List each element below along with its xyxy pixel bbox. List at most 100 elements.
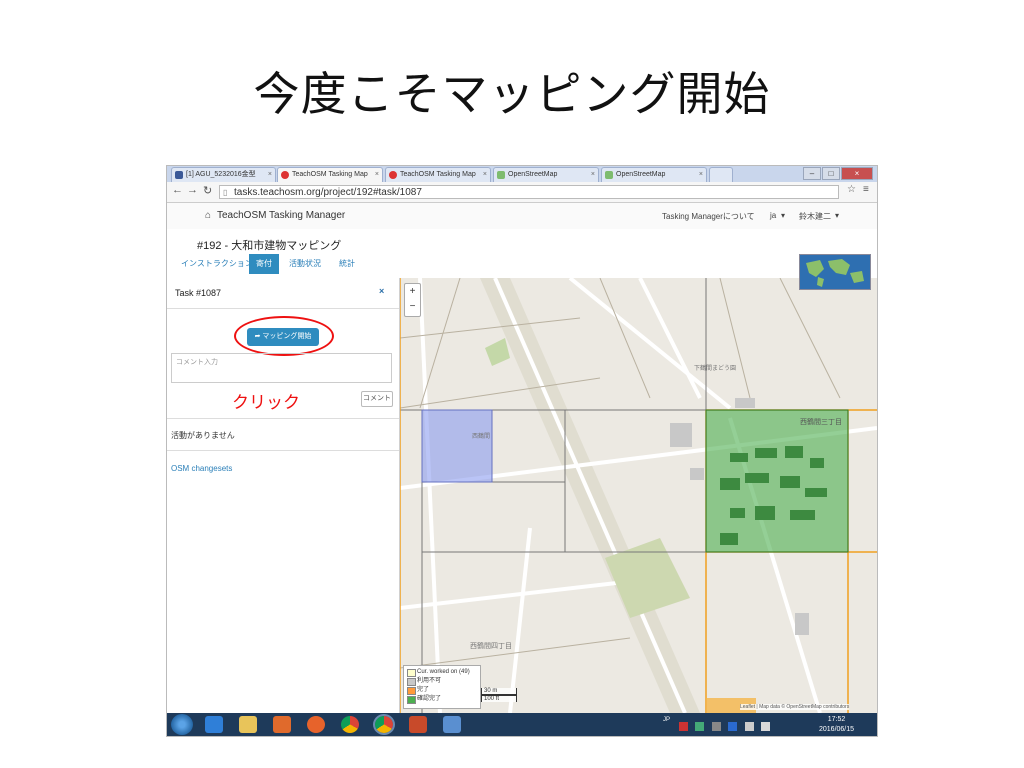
legend-item: 利用不可 — [407, 677, 442, 686]
address-bar[interactable]: ▯ tasks.teachosm.org/project/192#task/10… — [219, 185, 839, 199]
activity-status: 活動がありません — [171, 431, 235, 440]
tab-activity[interactable]: 活動状況 — [289, 254, 321, 274]
legend-label: 確認完了 — [417, 696, 442, 702]
divider — [167, 450, 399, 451]
browser-tab[interactable]: TeachOSM Tasking Map × — [385, 167, 491, 182]
scale-imperial: 100 ft — [481, 695, 517, 702]
maximize-icon[interactable]: □ — [822, 167, 840, 180]
zoom-out-icon[interactable]: − — [405, 299, 420, 314]
ime-indicator[interactable]: JP — [663, 717, 670, 723]
legend-swatch — [407, 696, 416, 704]
page-icon: ▯ — [223, 188, 228, 197]
openstreetmap-icon — [605, 171, 613, 179]
app-header: ⌂ TeachOSM Tasking Manager Tasking Manag… — [167, 203, 877, 229]
divider — [167, 308, 399, 309]
map-scale: 30 m 100 ft — [481, 688, 517, 702]
osm-changesets-link[interactable]: OSM changesets — [171, 464, 232, 473]
legend-label: 完了 — [417, 687, 430, 693]
media-player-icon[interactable] — [273, 716, 291, 733]
firefox-icon[interactable] — [307, 716, 325, 733]
map-place-label: 西鶴間四丁目 — [470, 641, 512, 650]
internet-explorer-icon[interactable] — [205, 716, 223, 733]
tray-icon[interactable] — [695, 722, 705, 731]
tab-close-icon[interactable]: × — [375, 168, 379, 182]
legend-swatch — [407, 687, 416, 695]
bookmark-star-icon[interactable]: ☆ — [847, 184, 856, 195]
url-text: tasks.teachosm.org/project/192#task/1087 — [234, 187, 422, 198]
about-link[interactable]: Tasking Managerについて — [662, 211, 755, 222]
back-icon[interactable]: ← — [172, 184, 183, 196]
divider — [167, 418, 399, 419]
world-map-icon — [806, 259, 864, 287]
clock-time: 17:52 — [827, 716, 846, 723]
windows-start-icon[interactable] — [171, 714, 193, 735]
tab-stats[interactable]: 統計 — [339, 254, 355, 274]
legend-item: 確認完了 — [407, 695, 442, 704]
browser-tab[interactable]: [1] AGU_5232016金型 × — [171, 167, 276, 182]
tab-label: [1] AGU_5232016金型 — [186, 171, 256, 178]
map-place-label: 西鶴間三丁目 — [800, 417, 842, 426]
browser-tab-active[interactable]: TeachOSM Tasking Map × — [277, 167, 383, 182]
tab-close-icon[interactable]: × — [591, 168, 595, 182]
tab-contribute[interactable]: 寄付 — [249, 254, 279, 274]
forward-icon[interactable]: → — [187, 184, 198, 196]
legend-item: 完了 — [407, 686, 430, 695]
tray-icon[interactable] — [679, 722, 688, 731]
comment-textarea[interactable]: コメント入力 — [171, 353, 392, 383]
map-zoom-control[interactable]: + − — [404, 283, 421, 317]
teachosm-icon — [389, 171, 397, 179]
comment-button[interactable]: コメント — [361, 391, 393, 407]
menu-icon[interactable]: ≡ — [863, 184, 869, 195]
legend-label: 利用不可 — [417, 678, 442, 684]
legend-swatch — [407, 678, 416, 686]
new-tab-button[interactable] — [709, 167, 733, 182]
task-title: Task #1087 — [175, 288, 222, 298]
locked-task-cell[interactable] — [421, 409, 493, 483]
task-map[interactable]: 下鶴間まどう園 西鶴間三丁目 西鶴間四丁目 西鶴間 — [400, 278, 877, 713]
app-brand[interactable]: TeachOSM Tasking Manager — [217, 210, 345, 221]
task-panel: Task #1087 × ➦ マッピング開始 コメント入力 クリック コメント … — [167, 278, 400, 713]
chevron-down-icon[interactable]: ▾ — [781, 211, 785, 220]
close-icon[interactable]: × — [379, 286, 384, 296]
tab-close-icon[interactable]: × — [483, 168, 487, 182]
tab-instructions[interactable]: インストラクション — [181, 254, 253, 274]
browser-tab[interactable]: OpenStreetMap × — [601, 167, 707, 182]
tray-icon[interactable] — [728, 722, 738, 731]
file-explorer-icon[interactable] — [239, 716, 257, 733]
teachosm-icon — [281, 171, 289, 179]
browser-tab[interactable]: OpenStreetMap × — [493, 167, 599, 182]
tab-label: OpenStreetMap — [508, 171, 558, 178]
paint-icon[interactable] — [443, 716, 461, 733]
close-window-icon[interactable]: × — [841, 167, 873, 180]
minimize-icon[interactable]: – — [803, 167, 821, 180]
openstreetmap-icon — [497, 171, 505, 179]
home-icon[interactable]: ⌂ — [205, 210, 211, 221]
volume-icon[interactable] — [761, 722, 771, 731]
project-minimap[interactable] — [799, 254, 871, 290]
tab-close-icon[interactable]: × — [699, 168, 703, 182]
powerpoint-icon[interactable] — [409, 716, 427, 733]
chrome-icon[interactable] — [341, 716, 359, 733]
map-attribution[interactable]: Leaflet | Map data © OpenStreetMap contr… — [740, 704, 850, 710]
tab-close-icon[interactable]: × — [268, 168, 272, 182]
reload-icon[interactable]: ↻ — [203, 184, 212, 197]
taskbar-clock[interactable]: 17:52 2016/06/15 — [819, 715, 854, 735]
chevron-down-icon[interactable]: ▾ — [835, 211, 839, 220]
clock-date: 2016/06/15 — [819, 726, 855, 733]
tab-label: TeachOSM Tasking Map — [400, 171, 476, 178]
tray-icon[interactable] — [744, 722, 754, 731]
tab-label: TeachOSM Tasking Map — [292, 171, 368, 178]
language-menu[interactable]: ja — [770, 211, 776, 220]
facebook-icon — [175, 171, 183, 179]
map-place-label: 下鶴間まどう園 — [694, 364, 736, 372]
annotation-click-label: クリック — [232, 393, 300, 412]
windows-taskbar: JP 17:52 2016/06/15 — [167, 713, 877, 736]
browser-screenshot: [1] AGU_5232016金型 × TeachOSM Tasking Map… — [166, 165, 878, 737]
system-tray-icons[interactable] — [679, 718, 799, 731]
user-menu[interactable]: 鈴木建二 — [799, 211, 831, 222]
tray-icon[interactable] — [711, 722, 721, 731]
legend-swatch — [407, 669, 416, 677]
chrome-active-icon[interactable] — [373, 714, 395, 735]
zoom-in-icon[interactable]: + — [405, 284, 420, 299]
legend-item: Cur. worked on (49) — [407, 668, 470, 677]
